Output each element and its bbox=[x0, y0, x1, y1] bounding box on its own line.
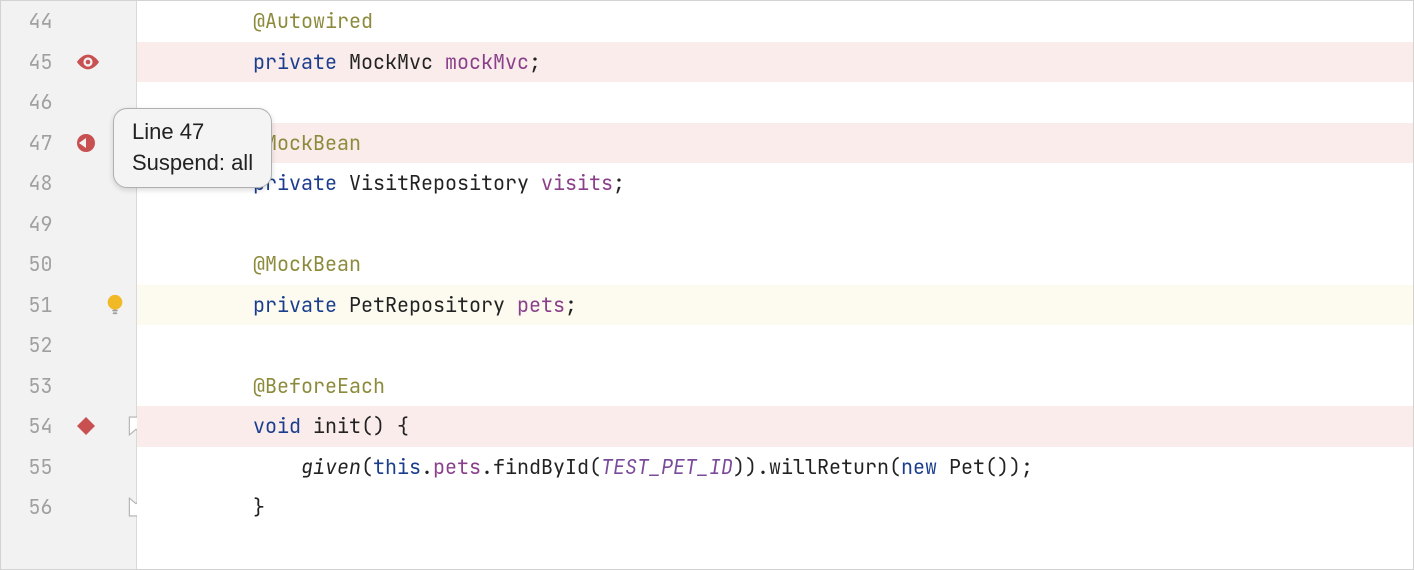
code-token: private bbox=[253, 42, 337, 83]
code-token bbox=[157, 366, 253, 407]
gutter-icon-area bbox=[61, 294, 136, 316]
line-number[interactable]: 54 bbox=[1, 413, 61, 439]
code-line[interactable]: private MockMvc mockMvc; bbox=[137, 42, 1413, 83]
gutter-row[interactable]: 51 bbox=[1, 285, 136, 326]
code-line[interactable]: void init() { bbox=[137, 406, 1413, 447]
code-token: )). bbox=[733, 447, 769, 488]
code-token bbox=[157, 447, 301, 488]
gutter-icon-area bbox=[61, 417, 136, 435]
code-token: ; bbox=[529, 42, 541, 83]
code-token: void bbox=[253, 406, 301, 447]
code-token: . bbox=[421, 447, 433, 488]
gutter: 44 45 46 47 48 49 50 51 52 53 54 55 56 bbox=[1, 1, 137, 569]
code-token: pets bbox=[433, 447, 481, 488]
gutter-row[interactable]: 55 bbox=[1, 447, 136, 488]
line-number[interactable]: 55 bbox=[1, 454, 61, 480]
code-line[interactable] bbox=[137, 82, 1413, 123]
code-token bbox=[157, 1, 253, 42]
code-token: PetRepository bbox=[349, 285, 505, 326]
code-line[interactable]: @Autowired bbox=[137, 1, 1413, 42]
code-token: private bbox=[253, 285, 337, 326]
gutter-row[interactable]: 53 bbox=[1, 366, 136, 407]
code-line[interactable]: private VisitRepository visits; bbox=[137, 163, 1413, 204]
code-token: Pet bbox=[949, 447, 985, 488]
code-token: findById bbox=[493, 447, 589, 488]
code-token bbox=[157, 285, 253, 326]
gutter-icon-area bbox=[61, 54, 136, 70]
code-token bbox=[157, 244, 253, 285]
code-token bbox=[505, 285, 517, 326]
code-token: ( bbox=[361, 447, 373, 488]
code-line[interactable]: @MockBean bbox=[137, 244, 1413, 285]
code-token bbox=[301, 406, 313, 447]
code-token bbox=[157, 406, 253, 447]
code-line[interactable] bbox=[137, 325, 1413, 366]
line-number[interactable]: 51 bbox=[1, 292, 61, 318]
code-editor: 44 45 46 47 48 49 50 51 52 53 54 55 56 @Autowired pr… bbox=[1, 1, 1413, 569]
line-number[interactable]: 53 bbox=[1, 373, 61, 399]
line-number[interactable]: 47 bbox=[1, 130, 61, 156]
code-token: @Autowired bbox=[253, 1, 373, 42]
code-line[interactable]: private PetRepository pets; bbox=[137, 285, 1413, 326]
method-breakpoint-icon[interactable] bbox=[77, 417, 95, 435]
gutter-row[interactable]: 56 bbox=[1, 487, 136, 528]
code-token: TEST_PET_ID bbox=[601, 447, 733, 488]
code-token: given bbox=[301, 447, 361, 488]
intention-lightbulb-icon[interactable] bbox=[105, 294, 125, 316]
code-token bbox=[337, 42, 349, 83]
code-token bbox=[337, 285, 349, 326]
breakpoint-icon[interactable] bbox=[77, 134, 95, 152]
code-token: init bbox=[313, 406, 361, 447]
code-token: willReturn bbox=[769, 447, 889, 488]
code-token bbox=[433, 42, 445, 83]
code-token: new bbox=[901, 447, 937, 488]
line-number[interactable]: 50 bbox=[1, 251, 61, 277]
gutter-row[interactable]: 54 bbox=[1, 406, 136, 447]
line-number[interactable]: 49 bbox=[1, 211, 61, 237]
code-token: @MockBean bbox=[253, 244, 361, 285]
gutter-row[interactable]: 50 bbox=[1, 244, 136, 285]
code-line[interactable]: @MockBean bbox=[137, 123, 1413, 164]
line-number[interactable]: 56 bbox=[1, 494, 61, 520]
code-token bbox=[157, 42, 253, 83]
line-number[interactable]: 48 bbox=[1, 170, 61, 196]
gutter-row[interactable]: 52 bbox=[1, 325, 136, 366]
code-line[interactable] bbox=[137, 204, 1413, 245]
code-token: visits bbox=[541, 163, 613, 204]
code-line[interactable]: } bbox=[137, 487, 1413, 528]
code-token: ()); bbox=[985, 447, 1033, 488]
breakpoint-tooltip: Line 47 Suspend: all bbox=[113, 108, 272, 188]
code-token: } bbox=[157, 487, 265, 528]
line-number[interactable]: 44 bbox=[1, 8, 61, 34]
watch-eye-icon[interactable] bbox=[77, 54, 99, 70]
code-area[interactable]: @Autowired private MockMvc mockMvc; @Moc… bbox=[137, 1, 1413, 569]
code-token bbox=[337, 163, 349, 204]
code-token: @BeforeEach bbox=[253, 366, 385, 407]
code-token: mockMvc bbox=[445, 42, 529, 83]
line-number[interactable]: 46 bbox=[1, 89, 61, 115]
gutter-row[interactable]: 44 bbox=[1, 1, 136, 42]
code-token bbox=[529, 163, 541, 204]
code-token: ; bbox=[565, 285, 577, 326]
code-token: . bbox=[481, 447, 493, 488]
code-token: ; bbox=[613, 163, 625, 204]
code-token: this bbox=[373, 447, 421, 488]
code-token: MockMvc bbox=[349, 42, 433, 83]
code-token bbox=[937, 447, 949, 488]
tooltip-suspend-text: Suspend: all bbox=[132, 148, 253, 179]
code-token: ( bbox=[589, 447, 601, 488]
tooltip-line-text: Line 47 bbox=[132, 117, 253, 148]
code-token: VisitRepository bbox=[349, 163, 529, 204]
code-line[interactable]: given(this.pets.findById(TEST_PET_ID)).w… bbox=[137, 447, 1413, 488]
code-token: ( bbox=[889, 447, 901, 488]
line-number[interactable]: 45 bbox=[1, 49, 61, 75]
gutter-row[interactable]: 49 bbox=[1, 204, 136, 245]
gutter-row[interactable]: 45 bbox=[1, 42, 136, 83]
code-line[interactable]: @BeforeEach bbox=[137, 366, 1413, 407]
code-token: pets bbox=[517, 285, 565, 326]
line-number[interactable]: 52 bbox=[1, 332, 61, 358]
code-token: () { bbox=[361, 406, 409, 447]
